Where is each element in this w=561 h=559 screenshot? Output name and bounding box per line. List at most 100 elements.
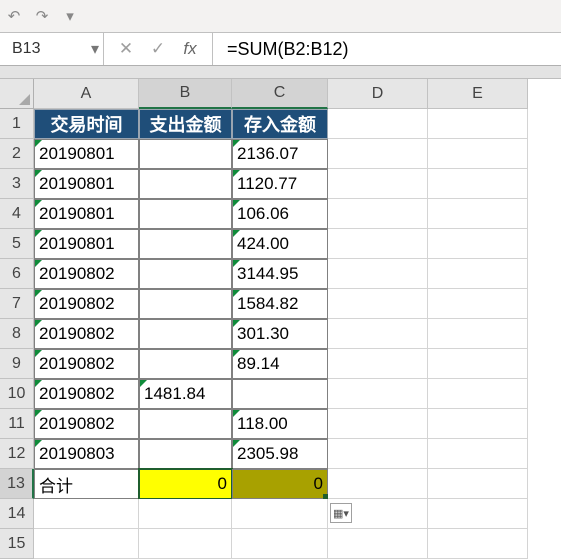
- cell[interactable]: 118.00: [232, 409, 328, 439]
- cell[interactable]: [139, 229, 232, 259]
- cell[interactable]: 0: [232, 469, 328, 499]
- cell[interactable]: [428, 229, 528, 259]
- cell[interactable]: [428, 439, 528, 469]
- column-header[interactable]: D: [328, 79, 428, 109]
- cell[interactable]: [139, 259, 232, 289]
- row-header[interactable]: 2: [0, 139, 34, 169]
- cell[interactable]: 20190802: [34, 379, 139, 409]
- cell[interactable]: [328, 469, 428, 499]
- cell[interactable]: 支出金额: [139, 109, 232, 139]
- cell[interactable]: [139, 199, 232, 229]
- cell[interactable]: [328, 409, 428, 439]
- cell[interactable]: [139, 169, 232, 199]
- row-header[interactable]: 6: [0, 259, 34, 289]
- cell[interactable]: [328, 229, 428, 259]
- insert-function-button[interactable]: fx: [174, 33, 206, 65]
- qat-dropdown[interactable]: ▾: [56, 0, 84, 32]
- cell[interactable]: [428, 259, 528, 289]
- cell[interactable]: [139, 349, 232, 379]
- row-header[interactable]: 3: [0, 169, 34, 199]
- cell[interactable]: [34, 499, 139, 529]
- cell[interactable]: [428, 409, 528, 439]
- select-all-corner[interactable]: [0, 79, 34, 109]
- worksheet-grid[interactable]: ABCDE1交易时间支出金额存入金额2201908012136.07320190…: [0, 79, 561, 559]
- row-header[interactable]: 15: [0, 529, 34, 559]
- cell[interactable]: 交易时间: [34, 109, 139, 139]
- column-header[interactable]: C: [232, 79, 328, 109]
- cell[interactable]: [232, 529, 328, 559]
- row-header[interactable]: 10: [0, 379, 34, 409]
- cancel-formula-button[interactable]: ✕: [110, 33, 142, 65]
- formula-input[interactable]: [213, 33, 561, 65]
- cell[interactable]: 2305.98: [232, 439, 328, 469]
- cell[interactable]: 20190802: [34, 349, 139, 379]
- cell[interactable]: 20190801: [34, 169, 139, 199]
- cell[interactable]: [428, 109, 528, 139]
- cell[interactable]: [428, 319, 528, 349]
- row-header[interactable]: 4: [0, 199, 34, 229]
- cell[interactable]: [428, 169, 528, 199]
- cell[interactable]: [328, 259, 428, 289]
- cell[interactable]: 20190801: [34, 139, 139, 169]
- cell[interactable]: [328, 289, 428, 319]
- cell[interactable]: 89.14: [232, 349, 328, 379]
- autofill-options-button[interactable]: ▦▾: [330, 503, 352, 523]
- chevron-down-icon[interactable]: ▾: [91, 39, 99, 59]
- cell[interactable]: [139, 499, 232, 529]
- cell[interactable]: [428, 199, 528, 229]
- cell[interactable]: 存入金额: [232, 109, 328, 139]
- row-header[interactable]: 1: [0, 109, 34, 139]
- cell[interactable]: [328, 379, 428, 409]
- cell[interactable]: [34, 529, 139, 559]
- cell[interactable]: 301.30: [232, 319, 328, 349]
- undo-button[interactable]: ↶: [0, 0, 28, 32]
- cell[interactable]: [328, 439, 428, 469]
- cell[interactable]: 2136.07: [232, 139, 328, 169]
- cell[interactable]: 0: [139, 469, 232, 499]
- cell[interactable]: [428, 499, 528, 529]
- cell[interactable]: [328, 169, 428, 199]
- cell[interactable]: 1584.82: [232, 289, 328, 319]
- cell[interactable]: [139, 319, 232, 349]
- row-header[interactable]: 11: [0, 409, 34, 439]
- cell[interactable]: [139, 529, 232, 559]
- cell[interactable]: 20190802: [34, 259, 139, 289]
- cell[interactable]: [328, 319, 428, 349]
- enter-formula-button[interactable]: ✓: [142, 33, 174, 65]
- cell[interactable]: [328, 529, 428, 559]
- name-box[interactable]: B13 ▾: [0, 33, 104, 65]
- cell[interactable]: [139, 409, 232, 439]
- cell[interactable]: 424.00: [232, 229, 328, 259]
- cell[interactable]: 20190802: [34, 409, 139, 439]
- cell[interactable]: [139, 289, 232, 319]
- row-header[interactable]: 5: [0, 229, 34, 259]
- row-header[interactable]: 9: [0, 349, 34, 379]
- row-header[interactable]: 7: [0, 289, 34, 319]
- row-header[interactable]: 12: [0, 439, 34, 469]
- cell[interactable]: 1120.77: [232, 169, 328, 199]
- redo-button[interactable]: ↷: [28, 0, 56, 32]
- row-header[interactable]: 8: [0, 319, 34, 349]
- cell[interactable]: [328, 349, 428, 379]
- cell[interactable]: 20190803: [34, 439, 139, 469]
- cell[interactable]: [328, 139, 428, 169]
- cell[interactable]: 20190802: [34, 289, 139, 319]
- cell[interactable]: [139, 139, 232, 169]
- row-header[interactable]: 13: [0, 469, 34, 499]
- cell[interactable]: 106.06: [232, 199, 328, 229]
- cell[interactable]: 3144.95: [232, 259, 328, 289]
- cell[interactable]: [328, 199, 428, 229]
- cell[interactable]: [428, 349, 528, 379]
- cell[interactable]: [428, 139, 528, 169]
- cell[interactable]: [428, 529, 528, 559]
- cell[interactable]: [428, 379, 528, 409]
- cell[interactable]: 20190801: [34, 199, 139, 229]
- cell[interactable]: 20190801: [34, 229, 139, 259]
- column-header[interactable]: E: [428, 79, 528, 109]
- cell[interactable]: [428, 469, 528, 499]
- column-header[interactable]: A: [34, 79, 139, 109]
- row-header[interactable]: 14: [0, 499, 34, 529]
- column-header[interactable]: B: [139, 79, 232, 109]
- cell[interactable]: 1481.84: [139, 379, 232, 409]
- cell[interactable]: [232, 379, 328, 409]
